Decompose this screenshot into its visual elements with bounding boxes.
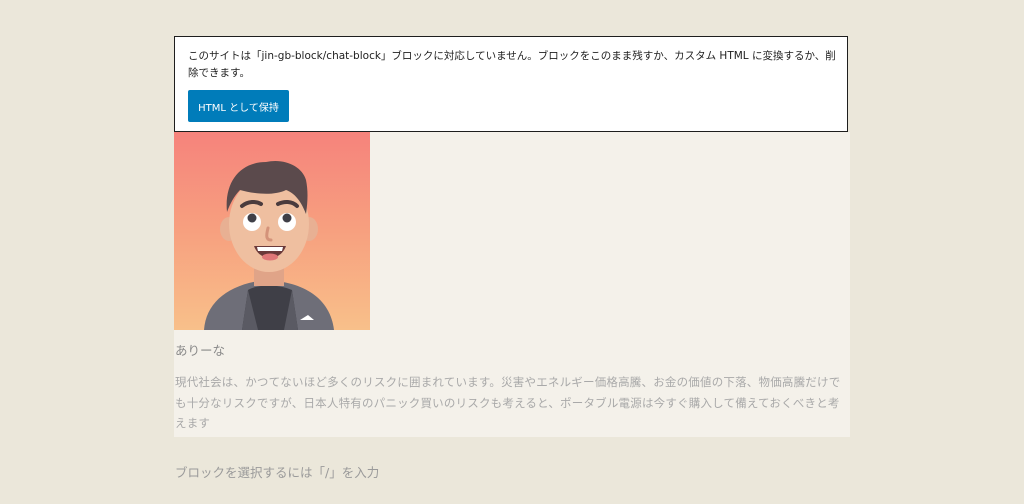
chat-block[interactable]: ありーな 現代社会は、かつてないほど多くのリスクに囲まれています。災害やエネルギ… <box>174 132 850 437</box>
keep-as-html-button[interactable]: HTML として保持 <box>188 90 289 122</box>
chat-message-text[interactable]: 現代社会は、かつてないほど多くのリスクに囲まれています。災害やエネルギー価格高騰… <box>175 372 849 434</box>
chat-speaker-name: ありーな <box>175 343 226 358</box>
block-inserter-placeholder[interactable]: ブロックを選択するには「/」を入力 <box>175 462 379 481</box>
avatar <box>174 132 370 330</box>
notice-message: このサイトは「jin-gb-block/chat-block」ブロックに対応して… <box>188 50 836 79</box>
unsupported-block-notice: このサイトは「jin-gb-block/chat-block」ブロックに対応して… <box>174 36 848 132</box>
avatar-illustration-icon <box>174 132 370 330</box>
